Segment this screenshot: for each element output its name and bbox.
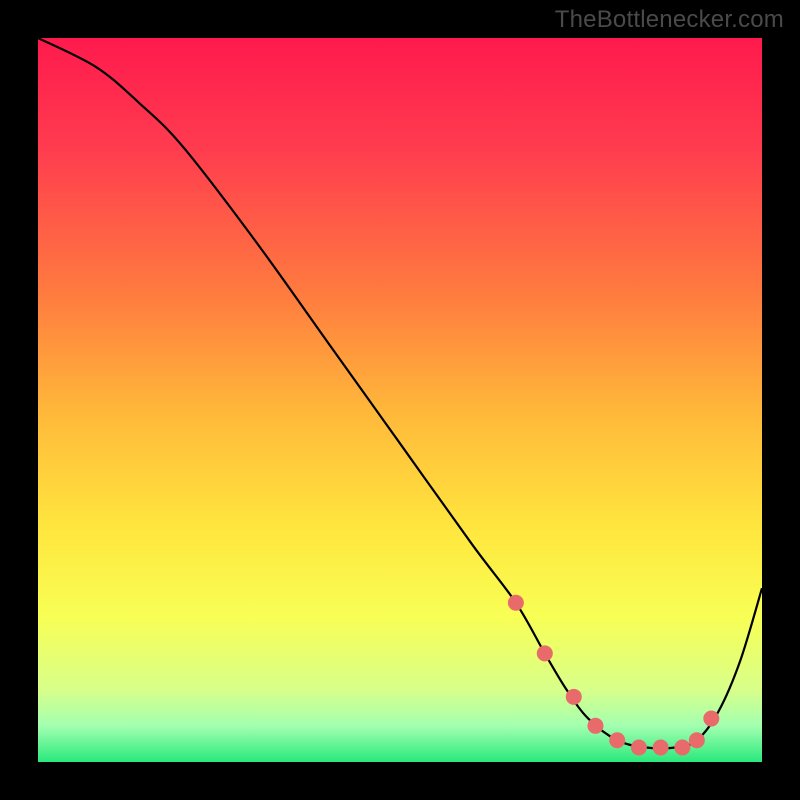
highlight-dot (703, 711, 719, 727)
highlight-dot (508, 595, 524, 611)
chart-frame: TheBottlenecker.com (0, 0, 800, 800)
watermark-text: TheBottlenecker.com (555, 6, 784, 34)
highlight-dot (689, 732, 705, 748)
highlight-dot (566, 689, 582, 705)
highlight-dot (653, 740, 669, 756)
highlight-dot (587, 718, 603, 734)
chart-background (38, 38, 762, 762)
highlight-dot (674, 740, 690, 756)
highlight-dot (609, 732, 625, 748)
highlight-dot (537, 645, 553, 661)
bottleneck-chart (38, 38, 762, 762)
highlight-dot (631, 740, 647, 756)
